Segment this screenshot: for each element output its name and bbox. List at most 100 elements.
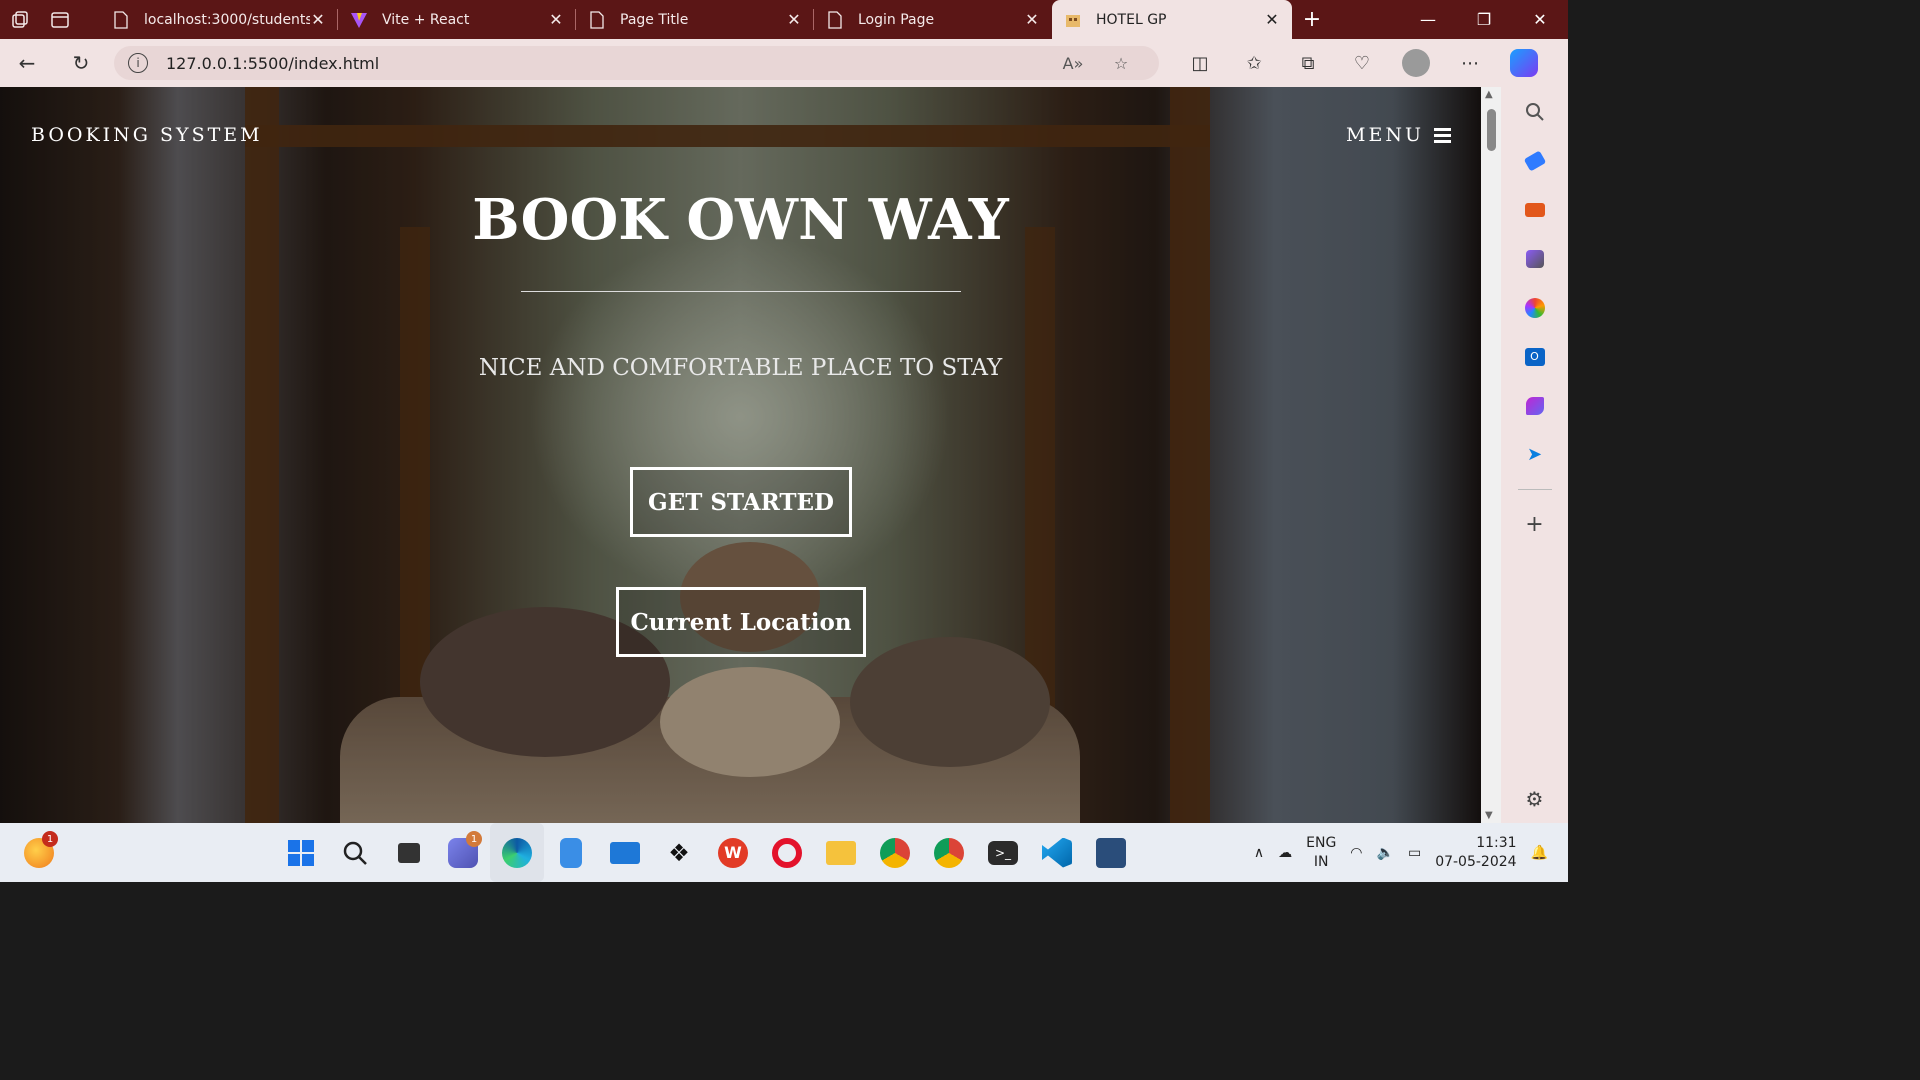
close-tab-icon[interactable]: ✕ — [1024, 10, 1040, 29]
split-screen-icon[interactable]: ◫ — [1173, 39, 1227, 87]
vite-icon — [350, 11, 368, 29]
browser-toolbar: ← ↻ i 127.0.0.1:5500/index.html A» ☆ ◫ ✩… — [0, 39, 1568, 87]
page-viewport: BOOKING SYSTEM MENU BOOK OWN WAY NICE AN… — [0, 87, 1481, 823]
tab-actions-icon[interactable] — [40, 0, 80, 39]
search-icon[interactable] — [1501, 87, 1568, 136]
lang-bottom: IN — [1313, 853, 1329, 870]
volume-muted-icon[interactable]: 🔈 — [1377, 845, 1394, 861]
scroll-down-icon[interactable]: ▼ — [1485, 810, 1493, 821]
clock-date: 07-05-2024 — [1435, 853, 1517, 870]
start-icon[interactable] — [274, 823, 328, 882]
collections-icon[interactable]: ⧉ — [1281, 39, 1335, 87]
scroll-thumb[interactable] — [1487, 109, 1496, 151]
tab-vite-react[interactable]: Vite + React ✕ — [338, 0, 576, 39]
microsoft-365-icon[interactable] — [1501, 283, 1568, 332]
get-started-button[interactable]: GET STARTED — [630, 467, 852, 537]
edge-icon[interactable] — [490, 823, 544, 882]
hotel-icon — [1064, 11, 1082, 29]
opera-icon[interactable] — [760, 823, 814, 882]
page-scrollbar[interactable]: ▲ ▼ — [1481, 87, 1501, 823]
close-tab-icon[interactable]: ✕ — [310, 10, 326, 29]
new-tab-button[interactable]: + — [1292, 7, 1332, 32]
shopping-tag-icon[interactable] — [1501, 136, 1568, 185]
close-window-icon[interactable]: ✕ — [1512, 0, 1568, 39]
clock-time: 11:31 — [1476, 834, 1517, 851]
widgets-app-icon[interactable]: 1 — [12, 823, 66, 882]
chat-icon[interactable]: 1 — [436, 823, 490, 882]
chrome-profile-icon[interactable] — [922, 823, 976, 882]
chrome-icon[interactable] — [868, 823, 922, 882]
current-location-button[interactable]: Current Location — [616, 587, 866, 657]
tab-title: Vite + React — [382, 11, 470, 28]
refresh-icon[interactable]: ↻ — [54, 39, 108, 87]
search-icon[interactable] — [328, 823, 382, 882]
scroll-up-icon[interactable]: ▲ — [1485, 89, 1493, 100]
sidebar-settings-icon[interactable]: ⚙ — [1501, 774, 1568, 823]
system-tray: ∧ ☁ ENG IN ◠ 🔈 ▭ 11:31 07-05-2024 🔔 — [1254, 834, 1568, 872]
windows-taskbar: 1 1 ❖ W >_ ∧ ☁ ENG IN ◠ 🔈 ▭ 11:31 07-05-… — [0, 823, 1568, 882]
hamburger-icon — [1434, 127, 1451, 143]
notification-badge: 1 — [42, 831, 58, 847]
more-options-icon[interactable]: ⋯ — [1443, 39, 1497, 87]
notification-bell-icon[interactable]: 🔔 — [1531, 845, 1548, 861]
show-hidden-icons-icon[interactable]: ∧ — [1254, 845, 1264, 861]
back-icon[interactable]: ← — [0, 39, 54, 87]
vscode-icon[interactable] — [1030, 823, 1084, 882]
tab-title: HOTEL GP — [1096, 11, 1167, 28]
hero-divider — [521, 291, 961, 292]
hero-title: BOOK OWN WAY — [472, 187, 1009, 253]
wifi-icon[interactable]: ◠ — [1350, 845, 1362, 861]
notepad-icon[interactable] — [544, 823, 598, 882]
file-explorer-icon[interactable] — [814, 823, 868, 882]
read-aloud-icon[interactable]: A» — [1049, 54, 1097, 73]
edge-sidebar: O ➤ + ⚙ — [1501, 87, 1568, 823]
address-bar[interactable]: i 127.0.0.1:5500/index.html A» ☆ — [114, 46, 1159, 80]
outlook-icon[interactable]: O — [1501, 332, 1568, 381]
clock[interactable]: 11:31 07-05-2024 — [1435, 834, 1516, 872]
page-icon — [826, 10, 844, 29]
window-controls: — ❐ ✕ — [1400, 0, 1568, 39]
terminal-icon[interactable]: >_ — [976, 823, 1030, 882]
wps-office-icon[interactable]: W — [706, 823, 760, 882]
tab-page-title[interactable]: Page Title ✕ — [576, 0, 814, 39]
snipping-tool-icon[interactable] — [1084, 823, 1138, 882]
browser-essentials-icon[interactable]: ♡ — [1335, 39, 1389, 87]
tab-students[interactable]: localhost:3000/students ✕ — [100, 0, 338, 39]
page-icon — [112, 10, 130, 29]
close-tab-icon[interactable]: ✕ — [1264, 10, 1280, 29]
dropbox-icon[interactable]: ❖ — [652, 823, 706, 882]
copilot-icon[interactable] — [1497, 39, 1551, 87]
games-icon[interactable] — [1501, 234, 1568, 283]
restore-icon[interactable]: ❐ — [1456, 0, 1512, 39]
favorites-icon[interactable]: ✩ — [1227, 39, 1281, 87]
send-icon[interactable]: ➤ — [1501, 430, 1568, 479]
designer-icon[interactable] — [1501, 381, 1568, 430]
input-language[interactable]: ENG IN — [1306, 834, 1336, 872]
close-tab-icon[interactable]: ✕ — [548, 10, 564, 29]
mail-icon[interactable] — [598, 823, 652, 882]
lang-top: ENG — [1306, 834, 1337, 851]
battery-icon[interactable]: ▭ — [1408, 845, 1421, 861]
tab-title: localhost:3000/students — [144, 11, 310, 28]
tab-hotel-gp[interactable]: HOTEL GP ✕ — [1052, 0, 1292, 39]
site-info-icon[interactable]: i — [128, 53, 148, 73]
browser-tab-bar: localhost:3000/students ✕ Vite + React ✕… — [0, 0, 1568, 39]
add-sidebar-app-icon[interactable]: + — [1501, 500, 1568, 549]
favorite-star-icon[interactable]: ☆ — [1097, 54, 1145, 73]
workspaces-icon[interactable] — [0, 0, 40, 39]
site-brand[interactable]: BOOKING SYSTEM — [31, 124, 263, 146]
tab-title: Page Title — [620, 11, 689, 28]
onedrive-icon[interactable]: ☁ — [1278, 845, 1292, 861]
menu-button[interactable]: MENU — [1346, 124, 1451, 146]
close-tab-icon[interactable]: ✕ — [786, 10, 802, 29]
tab-title: Login Page — [858, 11, 935, 28]
tab-login-page[interactable]: Login Page ✕ — [814, 0, 1052, 39]
url-text[interactable]: 127.0.0.1:5500/index.html — [166, 54, 1049, 73]
task-view-icon[interactable] — [382, 823, 436, 882]
menu-label: MENU — [1346, 124, 1424, 146]
notification-badge: 1 — [466, 831, 482, 847]
profile-avatar-icon[interactable] — [1389, 39, 1443, 87]
hero-subtitle: NICE AND COMFORTABLE PLACE TO STAY — [478, 355, 1003, 381]
minimize-icon[interactable]: — — [1400, 0, 1456, 39]
tools-icon[interactable] — [1501, 185, 1568, 234]
